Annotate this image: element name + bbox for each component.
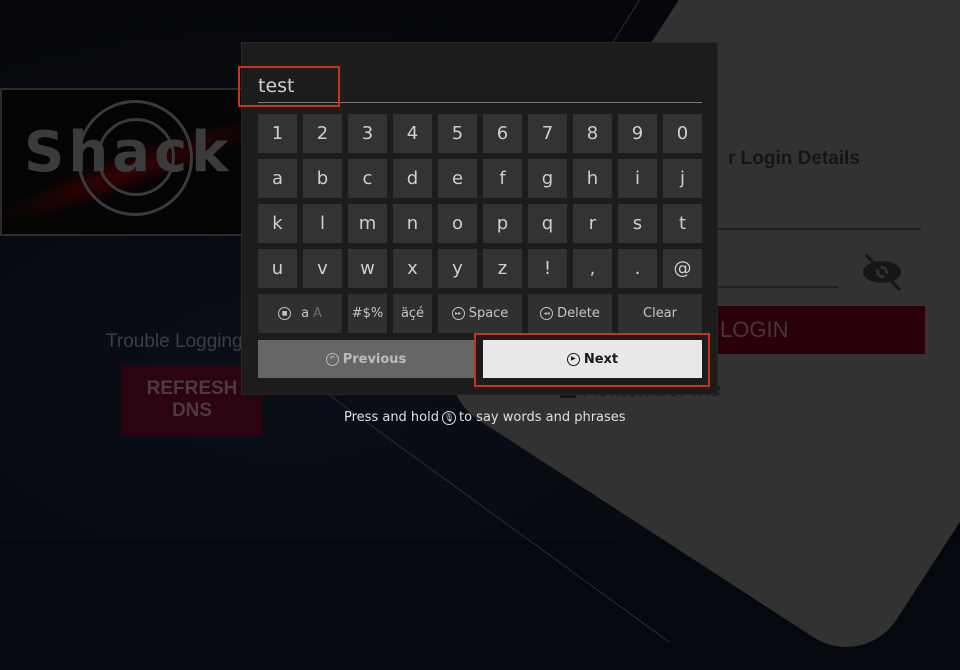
symbols-key[interactable]: #$%	[348, 294, 387, 333]
key[interactable]: 3	[348, 114, 387, 153]
key[interactable]: f	[483, 159, 522, 198]
next-highlight-box	[474, 333, 710, 387]
key[interactable]: r	[573, 204, 612, 243]
key[interactable]: p	[483, 204, 522, 243]
key[interactable]: x	[393, 249, 432, 288]
key[interactable]: n	[393, 204, 432, 243]
key[interactable]: i	[618, 159, 657, 198]
key[interactable]: d	[393, 159, 432, 198]
input-highlight-box	[238, 66, 340, 107]
hint-text-before: Press and hold	[344, 410, 439, 425]
key[interactable]: 4	[393, 114, 432, 153]
login-details-title: r Login Details	[728, 148, 860, 169]
key[interactable]: l	[303, 204, 342, 243]
fast-forward-icon: ▸▸	[451, 307, 465, 320]
key[interactable]: a	[258, 159, 297, 198]
refresh-dns-button[interactable]: REFRESH DNS	[122, 365, 262, 435]
space-label: Space	[468, 306, 509, 321]
eye-off-icon[interactable]	[860, 252, 904, 292]
key[interactable]: w	[348, 249, 387, 288]
key[interactable]: 6	[483, 114, 522, 153]
key[interactable]: u	[258, 249, 297, 288]
back-icon: ↶	[325, 352, 339, 366]
previous-label: Previous	[342, 351, 407, 367]
key[interactable]: t	[663, 204, 702, 243]
space-key[interactable]: ▸▸ Space	[438, 294, 522, 333]
key[interactable]: o	[438, 204, 477, 243]
key[interactable]: j	[663, 159, 702, 198]
microphone-icon: 🎙	[442, 410, 456, 425]
hint-text-after: to say words and phrases	[459, 410, 626, 425]
username-field[interactable]	[716, 228, 921, 230]
key[interactable]: .	[618, 249, 657, 288]
logo-text: Shack	[24, 120, 233, 185]
case-toggle-key[interactable]: ■ aA	[258, 294, 342, 333]
key[interactable]: q	[528, 204, 567, 243]
key[interactable]: h	[573, 159, 612, 198]
delete-label: Delete	[557, 306, 600, 321]
key[interactable]: e	[438, 159, 477, 198]
key[interactable]: m	[348, 204, 387, 243]
key[interactable]: 9	[618, 114, 657, 153]
key[interactable]: 0	[663, 114, 702, 153]
key[interactable]: k	[258, 204, 297, 243]
key[interactable]: @	[663, 249, 702, 288]
key[interactable]: y	[438, 249, 477, 288]
delete-key[interactable]: ◂◂ Delete	[528, 294, 612, 333]
app-logo: Shack	[0, 88, 245, 236]
key[interactable]: 7	[528, 114, 567, 153]
password-field[interactable]	[716, 286, 838, 288]
key[interactable]: c	[348, 159, 387, 198]
voice-hint: Press and hold 🎙 to say words and phrase…	[344, 410, 626, 425]
accents-key[interactable]: äçé	[393, 294, 432, 333]
previous-button[interactable]: ↶ Previous	[258, 340, 474, 378]
menu-button-icon: ■	[278, 307, 292, 320]
key[interactable]: !	[528, 249, 567, 288]
login-button[interactable]: LOGIN	[716, 306, 925, 354]
trouble-logging-text: Trouble Logging	[106, 331, 243, 352]
key[interactable]: ,	[573, 249, 612, 288]
key[interactable]: z	[483, 249, 522, 288]
key[interactable]: 2	[303, 114, 342, 153]
key[interactable]: 8	[573, 114, 612, 153]
rewind-icon: ◂◂	[540, 307, 554, 320]
key[interactable]: g	[528, 159, 567, 198]
key[interactable]: s	[618, 204, 657, 243]
key[interactable]: v	[303, 249, 342, 288]
key[interactable]: 5	[438, 114, 477, 153]
key[interactable]: 1	[258, 114, 297, 153]
clear-key[interactable]: Clear	[618, 294, 702, 333]
case-lower-label: a	[301, 306, 310, 321]
case-upper-label: A	[313, 306, 322, 321]
key[interactable]: b	[303, 159, 342, 198]
